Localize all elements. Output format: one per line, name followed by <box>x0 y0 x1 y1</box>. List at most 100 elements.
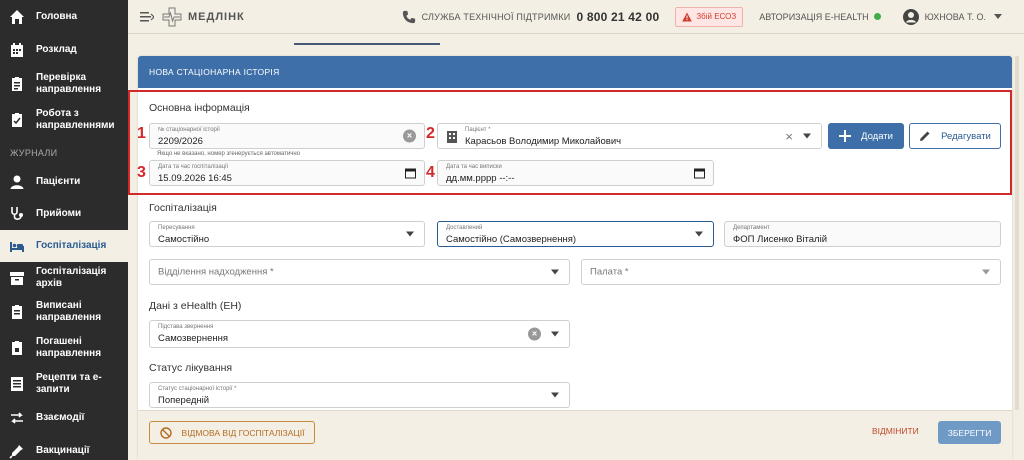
sidebar-item-closed-referrals[interactable]: Погашені направлення <box>0 330 128 366</box>
sidebar-item-appointments[interactable]: Прийоми <box>0 198 128 230</box>
sidebar-item-home[interactable]: Головна <box>0 0 128 34</box>
department-field: Департамент ФОП Лисенко Віталій <box>724 221 1001 247</box>
marker-2: 2 <box>426 125 435 142</box>
chevron-down-icon[interactable] <box>551 392 559 398</box>
user-menu[interactable]: ЮХНОВА Т. О. <box>902 8 1002 25</box>
syringe-icon <box>8 442 26 460</box>
cancel-button[interactable]: ВІДМІНИТИ <box>872 426 919 436</box>
history-status-select[interactable]: Статус стаціонарної історії * Попередній <box>149 382 570 408</box>
section-hospitalization-title: Госпіталізація <box>149 202 217 214</box>
menu-collapse-icon[interactable] <box>140 11 154 22</box>
sidebar-item-patients[interactable]: Пацієнти <box>0 166 128 198</box>
chevron-down-icon[interactable] <box>982 269 990 275</box>
sidebar-item-label: Виписані направлення <box>36 300 102 323</box>
scrollbar[interactable] <box>1015 56 1019 410</box>
ward-placeholder: Палата * <box>590 266 629 278</box>
sidebar-item-label: Госпіталізація архів <box>36 266 107 289</box>
delivered-label: Доставлений <box>446 225 483 231</box>
support-phone[interactable]: 0 800 21 42 00 <box>576 10 659 24</box>
logo[interactable]: МЕДЛІНК <box>162 7 245 27</box>
sidebar-item-label: Головна <box>36 11 78 22</box>
ward-select[interactable]: Палата * <box>581 259 1001 285</box>
referral-basis-label: Підстава звернення <box>158 324 214 330</box>
tab-indicator <box>294 43 440 45</box>
ehealth-auth-status[interactable]: АВТОРИЗАЦІЯ E-HEALTH <box>759 11 881 22</box>
chevron-down-icon <box>994 13 1002 19</box>
sidebar-item-referral-work[interactable]: Робота з направленнями <box>0 102 128 138</box>
person-icon <box>8 173 26 191</box>
marker-1: 1 <box>137 125 146 142</box>
prescription-icon <box>8 375 26 393</box>
sidebar-item-label: Розклад <box>36 44 77 55</box>
card-title: НОВА СТАЦІОНАРНА ІСТОРІЯ <box>138 56 1012 88</box>
movement-value: Самостійно <box>158 234 210 245</box>
save-button[interactable]: ЗБЕРЕГТИ <box>938 421 1001 444</box>
chevron-down-icon[interactable] <box>406 231 414 237</box>
sidebar-item-label: Взаємодії <box>36 412 85 423</box>
form-footer: ВІДМОВА ВІД ГОСПІТАЛІЗАЦІЇ ВІДМІНИТИ ЗБЕ… <box>138 410 1012 460</box>
clipboard-out-icon <box>8 303 26 321</box>
sidebar-item-label: Перевірка направлення <box>36 72 102 95</box>
chevron-down-icon[interactable] <box>551 269 559 275</box>
sidebar-item-label: Робота з направленнями <box>36 108 115 131</box>
sidebar-item-hospitalization[interactable]: Госпіталізація <box>0 230 128 262</box>
department-label: Департамент <box>733 225 770 231</box>
stethoscope-icon <box>8 205 26 223</box>
logo-text: МЕДЛІНК <box>188 10 245 23</box>
history-status-value: Попередній <box>158 395 210 406</box>
movement-select[interactable]: Пересування Самостійно <box>149 221 425 247</box>
clipboard-list-icon <box>8 111 26 129</box>
sidebar-item-interactions[interactable]: Взаємодії <box>0 402 128 434</box>
avatar-icon <box>902 8 919 25</box>
delivered-value: Самостійно (Самозвернення) <box>446 234 577 245</box>
status-dot-icon <box>873 13 881 20</box>
sidebar-item-referral-check[interactable]: Перевірка направлення <box>0 66 128 102</box>
sidebar-item-label: Вакцинації <box>36 445 90 456</box>
ban-icon <box>159 426 172 439</box>
sidebar-item-prescriptions[interactable]: Рецепти та е-запити <box>0 366 128 402</box>
refuse-hospitalization-button[interactable]: ВІДМОВА ВІД ГОСПІТАЛІЗАЦІЇ <box>149 421 315 444</box>
eso-badge-label: Збій ЕСОЗ <box>696 12 737 21</box>
intake-department-select[interactable]: Відділення надходження * <box>149 259 570 285</box>
referral-basis-select[interactable]: Підстава звернення Самозвернення × <box>149 320 570 348</box>
sidebar: Головна Розклад Перевірка направлення Ро… <box>0 0 128 460</box>
archive-icon <box>8 269 26 287</box>
home-icon <box>8 8 26 26</box>
top-header: МЕДЛІНК СЛУЖБА ТЕХНІЧНОЇ ПІДТРИМКИ 0 800… <box>128 0 1024 34</box>
sidebar-item-vaccinations[interactable]: Вакцинації <box>0 434 128 460</box>
bed-icon <box>8 237 26 255</box>
sidebar-section-journals: ЖУРНАЛИ <box>10 148 58 158</box>
clipboard-check-icon <box>8 75 26 93</box>
chevron-down-icon[interactable] <box>695 231 703 237</box>
user-name: ЮХНОВА Т. О. <box>924 11 986 22</box>
referral-basis-value: Самозвернення <box>158 333 228 344</box>
refuse-button-label: ВІДМОВА ВІД ГОСПІТАЛІЗАЦІЇ <box>181 427 305 438</box>
intake-department-placeholder: Відділення надходження * <box>158 266 274 278</box>
chevron-down-icon[interactable] <box>551 331 559 337</box>
support-line: СЛУЖБА ТЕХНІЧНОЇ ПІДТРИМКИ 0 800 21 42 0… <box>402 10 660 24</box>
marker-4: 4 <box>426 164 435 181</box>
phone-icon <box>402 10 415 23</box>
section-treatment-status-title: Статус лікування <box>149 362 233 374</box>
sidebar-item-label: Пацієнти <box>36 176 81 187</box>
auth-label: АВТОРИЗАЦІЯ E-HEALTH <box>759 11 869 22</box>
sidebar-item-label: Погашені направлення <box>36 336 102 359</box>
warning-icon <box>682 12 693 21</box>
sidebar-item-schedule[interactable]: Розклад <box>0 34 128 66</box>
clipboard-done-icon <box>8 339 26 357</box>
sidebar-item-label: Госпіталізація <box>36 240 107 251</box>
highlight-frame <box>128 90 1012 195</box>
delivered-select[interactable]: Доставлений Самостійно (Самозвернення) <box>437 221 714 247</box>
movement-label: Пересування <box>158 225 195 231</box>
sidebar-item-hospitalization-archive[interactable]: Госпіталізація архів <box>0 262 128 294</box>
calendar-icon <box>8 41 26 59</box>
marker-3: 3 <box>137 164 146 181</box>
support-label: СЛУЖБА ТЕХНІЧНОЇ ПІДТРИМКИ <box>421 11 571 22</box>
clear-icon[interactable]: × <box>528 327 541 341</box>
history-status-label: Статус стаціонарної історії * <box>158 386 237 392</box>
section-ehealth-title: Дані з eHealth (ЕН) <box>149 300 242 312</box>
sidebar-item-issued-referrals[interactable]: Виписані направлення <box>0 294 128 330</box>
eso-status-badge[interactable]: Збій ЕСОЗ <box>675 6 744 27</box>
medlink-logo-icon <box>162 7 182 26</box>
department-value: ФОП Лисенко Віталій <box>733 234 828 245</box>
